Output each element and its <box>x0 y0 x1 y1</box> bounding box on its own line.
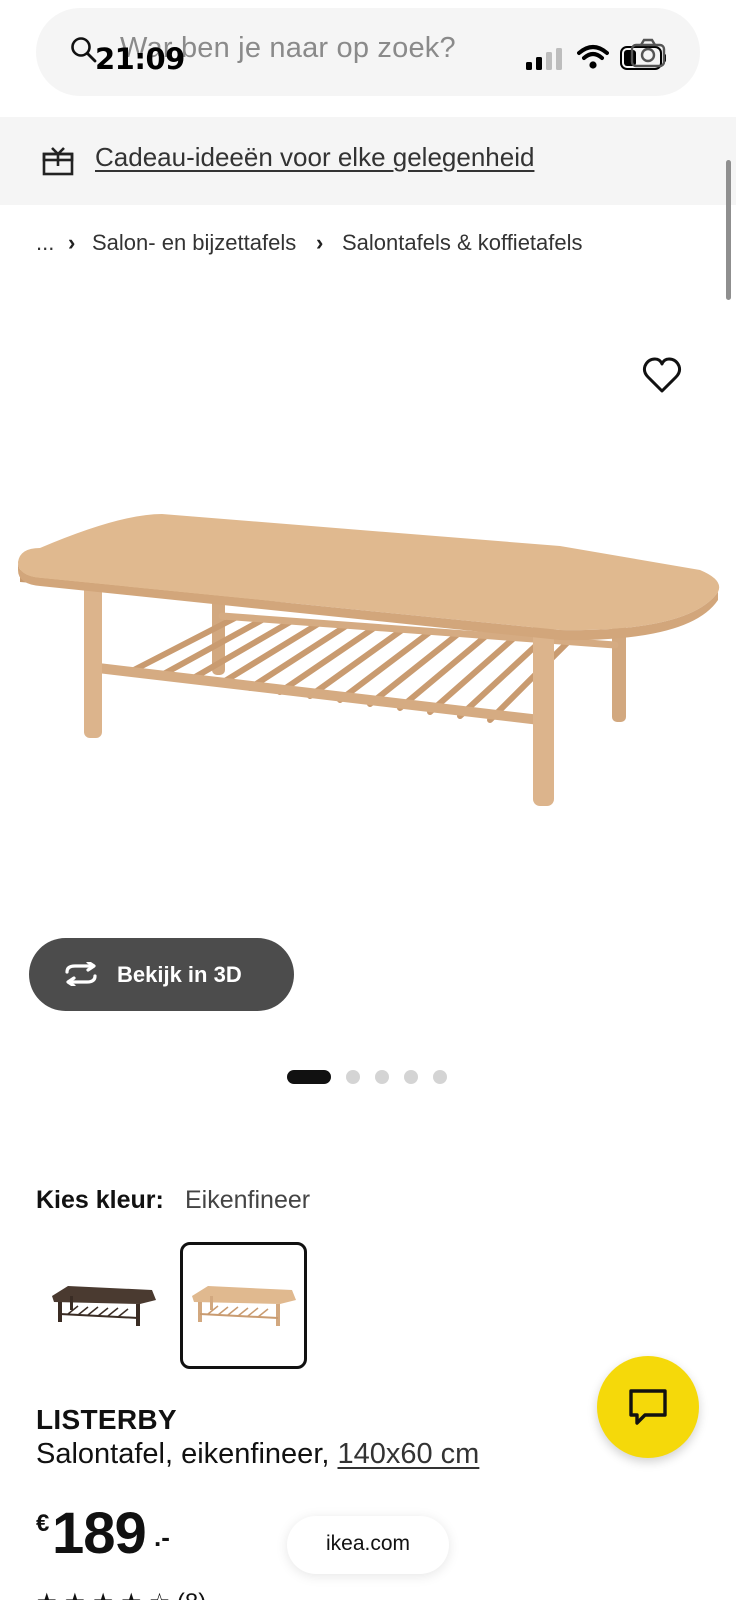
carousel-dot[interactable] <box>433 1070 447 1084</box>
chat-button[interactable] <box>597 1356 699 1458</box>
price-amount: 189 <box>52 1501 147 1566</box>
breadcrumb-item-salon-bijzettafels[interactable]: Salon- en bijzettafels <box>92 230 296 256</box>
carousel-dot[interactable] <box>346 1070 360 1084</box>
oak-table-thumbnail <box>192 1286 296 1326</box>
promo-link[interactable]: Cadeau-ideeën voor elke gelegenheid <box>95 142 534 173</box>
view-in-3d-label: Bekijk in 3D <box>117 962 242 987</box>
browser-url: ikea.com <box>325 1532 411 1555</box>
color-swatch-oak-veneer[interactable] <box>180 1242 307 1369</box>
browser-url-pill[interactable]: ikea.com <box>287 1516 449 1574</box>
product-image[interactable] <box>0 300 736 940</box>
breadcrumb-item-salontafels[interactable]: Salontafels & koffietafels <box>342 230 583 256</box>
product-description: Salontafel, eikenfineer, 140x60 cm <box>36 1438 479 1471</box>
carousel-dot[interactable] <box>375 1070 389 1084</box>
chat-bubble-icon <box>629 1389 667 1425</box>
carousel-dot-active[interactable] <box>287 1070 331 1084</box>
product-page: War ben je naar op zoek? 21:09 Cadeau-id… <box>0 0 736 1600</box>
product-name: LISTERBY <box>36 1404 177 1435</box>
cellular-signal-icon <box>526 48 562 70</box>
favorite-heart-icon[interactable] <box>642 356 682 396</box>
scrollbar[interactable] <box>726 160 731 300</box>
breadcrumb-ellipsis[interactable]: ... <box>36 230 54 256</box>
camera-search-icon[interactable] <box>630 38 666 68</box>
product-rating[interactable]: ★ ★ ★ ★ ☆ (8) <box>36 1588 206 1600</box>
price-currency: € <box>36 1510 50 1537</box>
search-icon <box>71 37 97 63</box>
dark-brown-table-thumbnail <box>52 1286 156 1326</box>
carousel-indicator <box>287 1070 457 1084</box>
rotate-3d-icon <box>65 962 97 986</box>
color-value: Eikenfineer <box>185 1186 311 1214</box>
status-time: 21:09 <box>95 42 185 76</box>
chevron-right-icon: › <box>68 230 76 255</box>
view-in-3d-button[interactable]: Bekijk in 3D <box>29 938 294 1011</box>
chevron-right-icon: › <box>316 230 324 255</box>
gift-box-icon <box>42 147 74 176</box>
price-suffix: .- <box>154 1522 170 1552</box>
carousel-dot[interactable] <box>404 1070 418 1084</box>
product-description-text: Salontafel, eikenfineer, <box>36 1438 338 1470</box>
color-swatch-dark-brown[interactable] <box>40 1242 167 1369</box>
wifi-icon <box>577 45 609 69</box>
color-label: Kies kleur: <box>36 1186 164 1214</box>
product-size-link[interactable]: 140x60 cm <box>337 1438 479 1470</box>
